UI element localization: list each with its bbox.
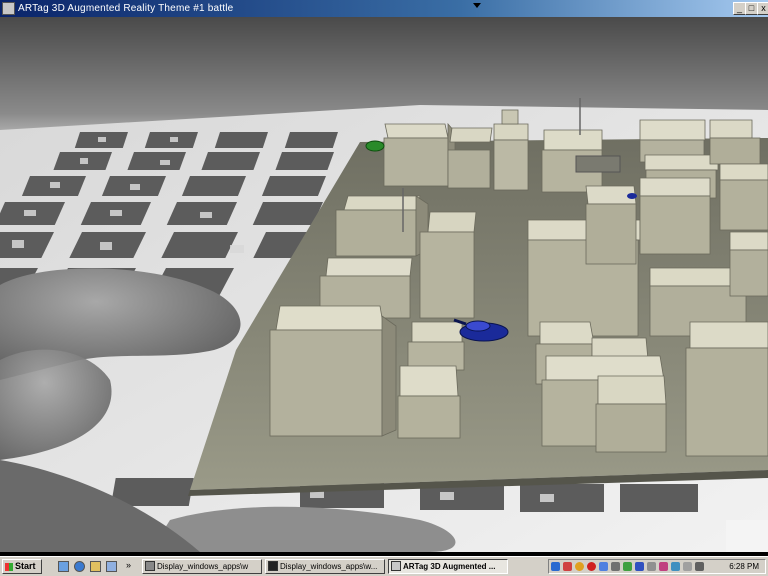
task-button-3[interactable]: ARTag 3D Augmented ...: [388, 559, 508, 574]
windows-logo-icon: [5, 563, 13, 571]
taskbar: Start » Display_windows_apps\w Display_w…: [0, 556, 768, 576]
folder-icon: [145, 561, 155, 571]
tank-green: [365, 140, 385, 152]
messenger-icon[interactable]: [659, 562, 668, 571]
ar-scene: [0, 17, 768, 552]
start-button[interactable]: Start: [2, 559, 42, 574]
display-icon[interactable]: [599, 562, 608, 571]
window-titlebar[interactable]: ARTag 3D Augmented Reality Theme #1 batt…: [0, 0, 768, 17]
task-button-1[interactable]: Display_windows_apps\w: [142, 559, 262, 574]
quicklaunch-overflow[interactable]: »: [126, 560, 131, 570]
sync-icon[interactable]: [623, 562, 632, 571]
volume-icon[interactable]: [647, 562, 656, 571]
task-label: ARTag 3D Augmented ...: [403, 562, 496, 571]
update-icon[interactable]: [575, 562, 584, 571]
start-label: Start: [15, 561, 36, 571]
keyboard-icon[interactable]: [695, 562, 704, 571]
window-title: ARTag 3D Augmented Reality Theme #1 batt…: [18, 3, 234, 14]
ar-viewport[interactable]: [0, 17, 768, 552]
media-icon[interactable]: [106, 561, 117, 572]
task-label: Display_windows_apps\w...: [280, 562, 378, 571]
network-icon[interactable]: [551, 562, 560, 571]
billboard: [575, 155, 621, 173]
printer-icon[interactable]: [611, 562, 620, 571]
app-window-icon: [391, 561, 401, 571]
battery-icon[interactable]: [671, 562, 680, 571]
bluetooth-icon[interactable]: [635, 562, 644, 571]
ie-icon[interactable]: [74, 561, 85, 572]
antivirus-icon[interactable]: [587, 562, 596, 571]
security-icon[interactable]: [563, 562, 572, 571]
usb-icon[interactable]: [683, 562, 692, 571]
task-button-2[interactable]: Display_windows_apps\w...: [265, 559, 385, 574]
console-icon: [268, 561, 278, 571]
light-patch: [726, 520, 768, 552]
app-icon[interactable]: [2, 2, 15, 15]
show-desktop-icon[interactable]: [58, 561, 69, 572]
system-tray: 6:28 PM: [548, 559, 766, 574]
clock[interactable]: 6:28 PM: [729, 561, 759, 573]
explorer-icon[interactable]: [90, 561, 101, 572]
task-label: Display_windows_apps\w: [157, 562, 249, 571]
mouse-cursor-icon: [473, 3, 481, 8]
tank-blue-far: [627, 193, 637, 199]
close-button[interactable]: x: [757, 2, 768, 15]
